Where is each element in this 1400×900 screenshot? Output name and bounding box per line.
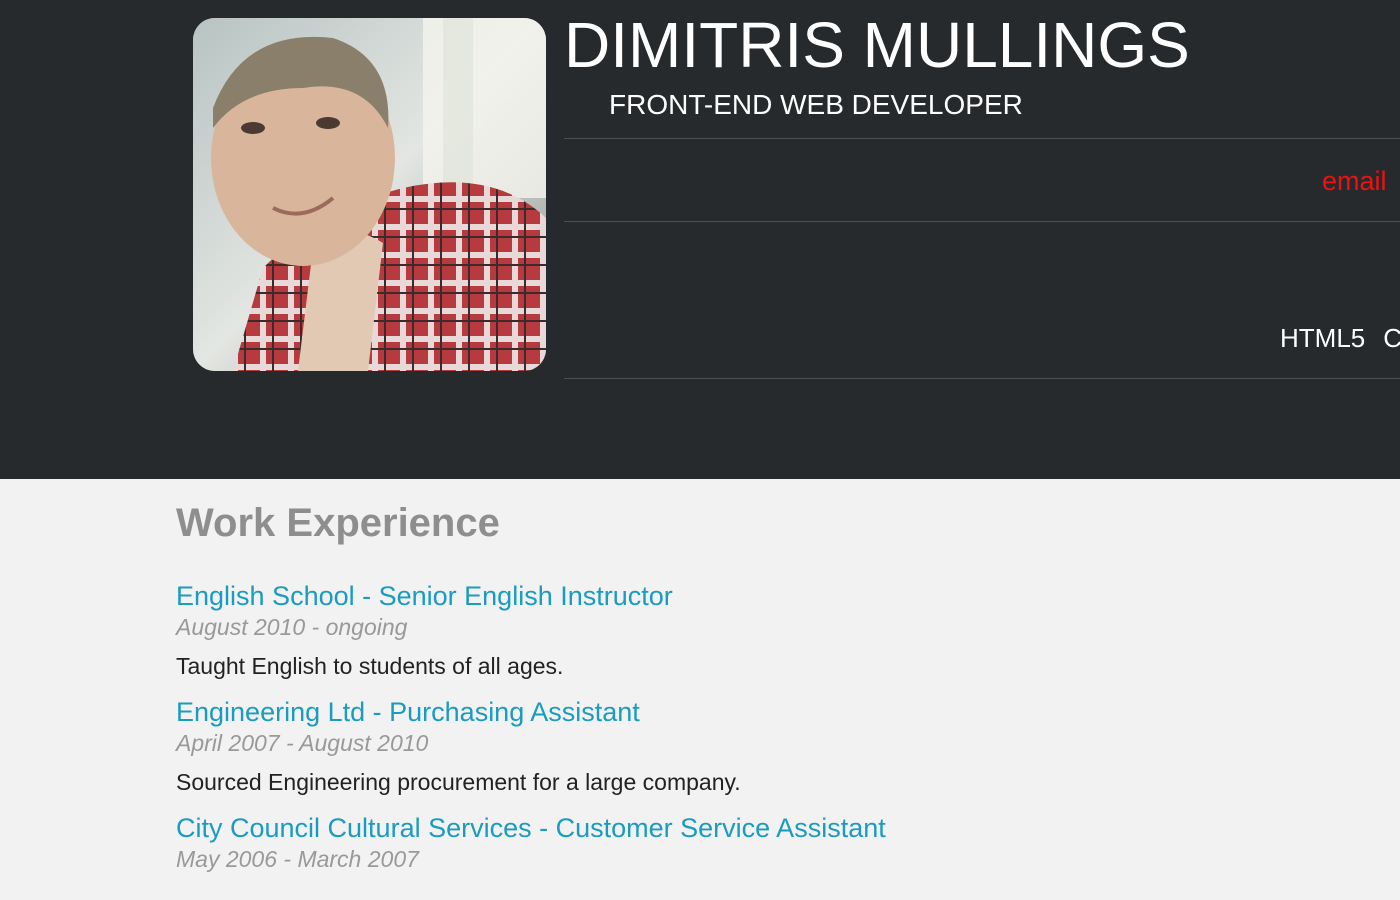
header: DIMITRIS MULLINGS FRONT-END WEB DEVELOPE…: [0, 0, 1400, 479]
job-description: Taught English to students of all ages.: [176, 653, 564, 679]
job-title-link[interactable]: English School - Senior English Instruct…: [176, 579, 673, 613]
divider: [564, 221, 1400, 222]
job-dates: April 2007 - August 2010: [176, 730, 429, 756]
job-dates: May 2006 - March 2007: [176, 846, 419, 872]
section-title: Work Experience: [176, 501, 500, 545]
job-dates: August 2010 - ongoing: [176, 614, 408, 640]
skill-item: HTML5: [1280, 323, 1366, 353]
profile-photo: [193, 18, 546, 371]
job-entry: English School - Senior English Instruct…: [176, 579, 1276, 681]
skill-item: CS: [1383, 323, 1400, 353]
person-name: DIMITRIS MULLINGS: [564, 9, 1190, 81]
divider: [564, 378, 1400, 379]
profile-photo-image: [193, 18, 546, 371]
divider: [564, 138, 1400, 139]
skills-list: HTML5 CS: [1280, 322, 1400, 354]
job-role: FRONT-END WEB DEVELOPER: [609, 89, 1023, 120]
job-entry: Engineering Ltd - Purchasing Assistant A…: [176, 695, 1276, 797]
job-description: Sourced Engineering procurement for a la…: [176, 769, 741, 795]
job-title-link[interactable]: City Council Cultural Services - Custome…: [176, 811, 886, 845]
job-entry: City Council Cultural Services - Custome…: [176, 811, 1276, 873]
main-content: Work Experience English School - Senior …: [176, 497, 1276, 887]
job-title-link[interactable]: Engineering Ltd - Purchasing Assistant: [176, 695, 640, 729]
email-link[interactable]: email: [1322, 165, 1387, 197]
